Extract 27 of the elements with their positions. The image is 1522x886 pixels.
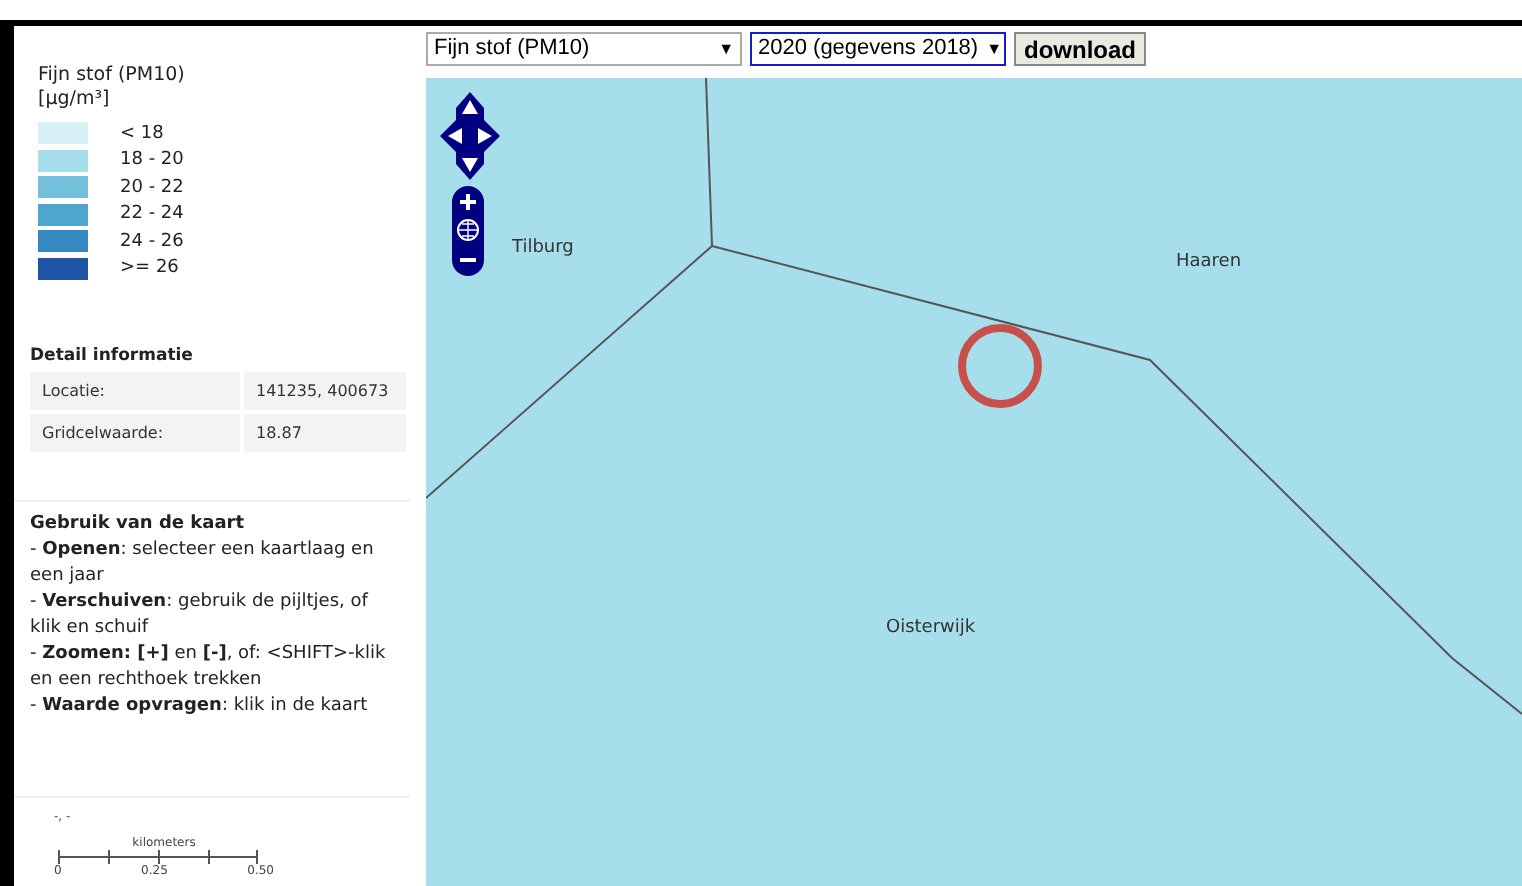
legend-unit: [µg/m³] (38, 88, 112, 112)
legend-label: < 18 (120, 123, 164, 144)
usage-line: - Openen: selecteer een kaartlaag en een jaar (30, 538, 376, 590)
table-cell: 141235, 400673 (244, 372, 406, 410)
dropdown[interactable]: Fijn stof (PM10) ▼ (426, 32, 742, 66)
legend-label: 18 - 20 (120, 150, 184, 171)
dropdown[interactable]: 2020 (gegevens 2018) ▼ (750, 32, 1006, 66)
legend-label: 20 - 22 (120, 177, 184, 198)
place-label: Tilburg (512, 238, 574, 258)
usage-line: - Zoomen: [+] en [-], of: <SHIFT>-klik en een rechthoek trekken (30, 642, 388, 694)
zoom-control[interactable] (452, 186, 484, 276)
usage-title: Gebruik van de kaart (30, 512, 247, 538)
legend-label: 24 - 26 (120, 231, 184, 252)
usage-line: - Waarde opvragen: klik in de kaart (30, 694, 370, 720)
table-cell: Gridcelwaarde: (30, 414, 240, 452)
download-button[interactable]: download (1014, 32, 1146, 66)
table-cell: Locatie: (30, 372, 240, 410)
legend-title: Fijn stof (PM10) (38, 64, 187, 88)
place-label: Oisterwijk (886, 618, 976, 638)
pan-control[interactable] (440, 92, 500, 180)
detail-title: Detail informatie (30, 346, 195, 366)
place-label: Haaren (1176, 252, 1242, 272)
marker-circle (958, 324, 1042, 408)
legend-label: 22 - 24 (120, 204, 184, 225)
table-cell: 18.87 (244, 414, 406, 452)
legend-label: >= 26 (120, 258, 179, 279)
map[interactable]: Tilburg Haaren Oisterwijk (426, 78, 1522, 886)
